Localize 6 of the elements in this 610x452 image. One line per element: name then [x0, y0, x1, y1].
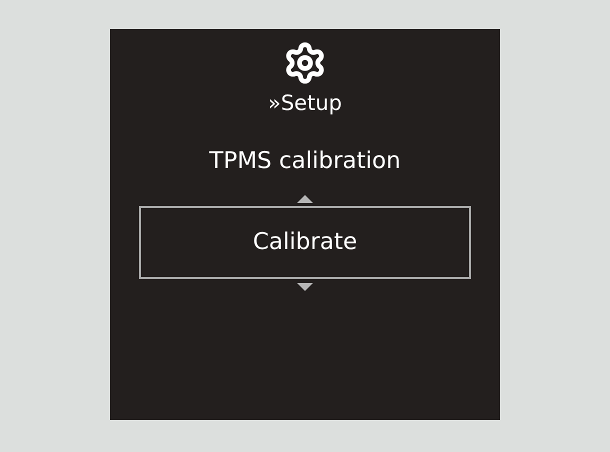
section-title: »Setup	[268, 93, 342, 114]
down-arrow-icon[interactable]	[297, 283, 313, 291]
up-arrow-icon[interactable]	[297, 195, 313, 203]
menu-title: TPMS calibration	[209, 150, 401, 173]
settings-icon	[283, 41, 327, 85]
option-selector[interactable]: Calibrate	[139, 206, 471, 279]
